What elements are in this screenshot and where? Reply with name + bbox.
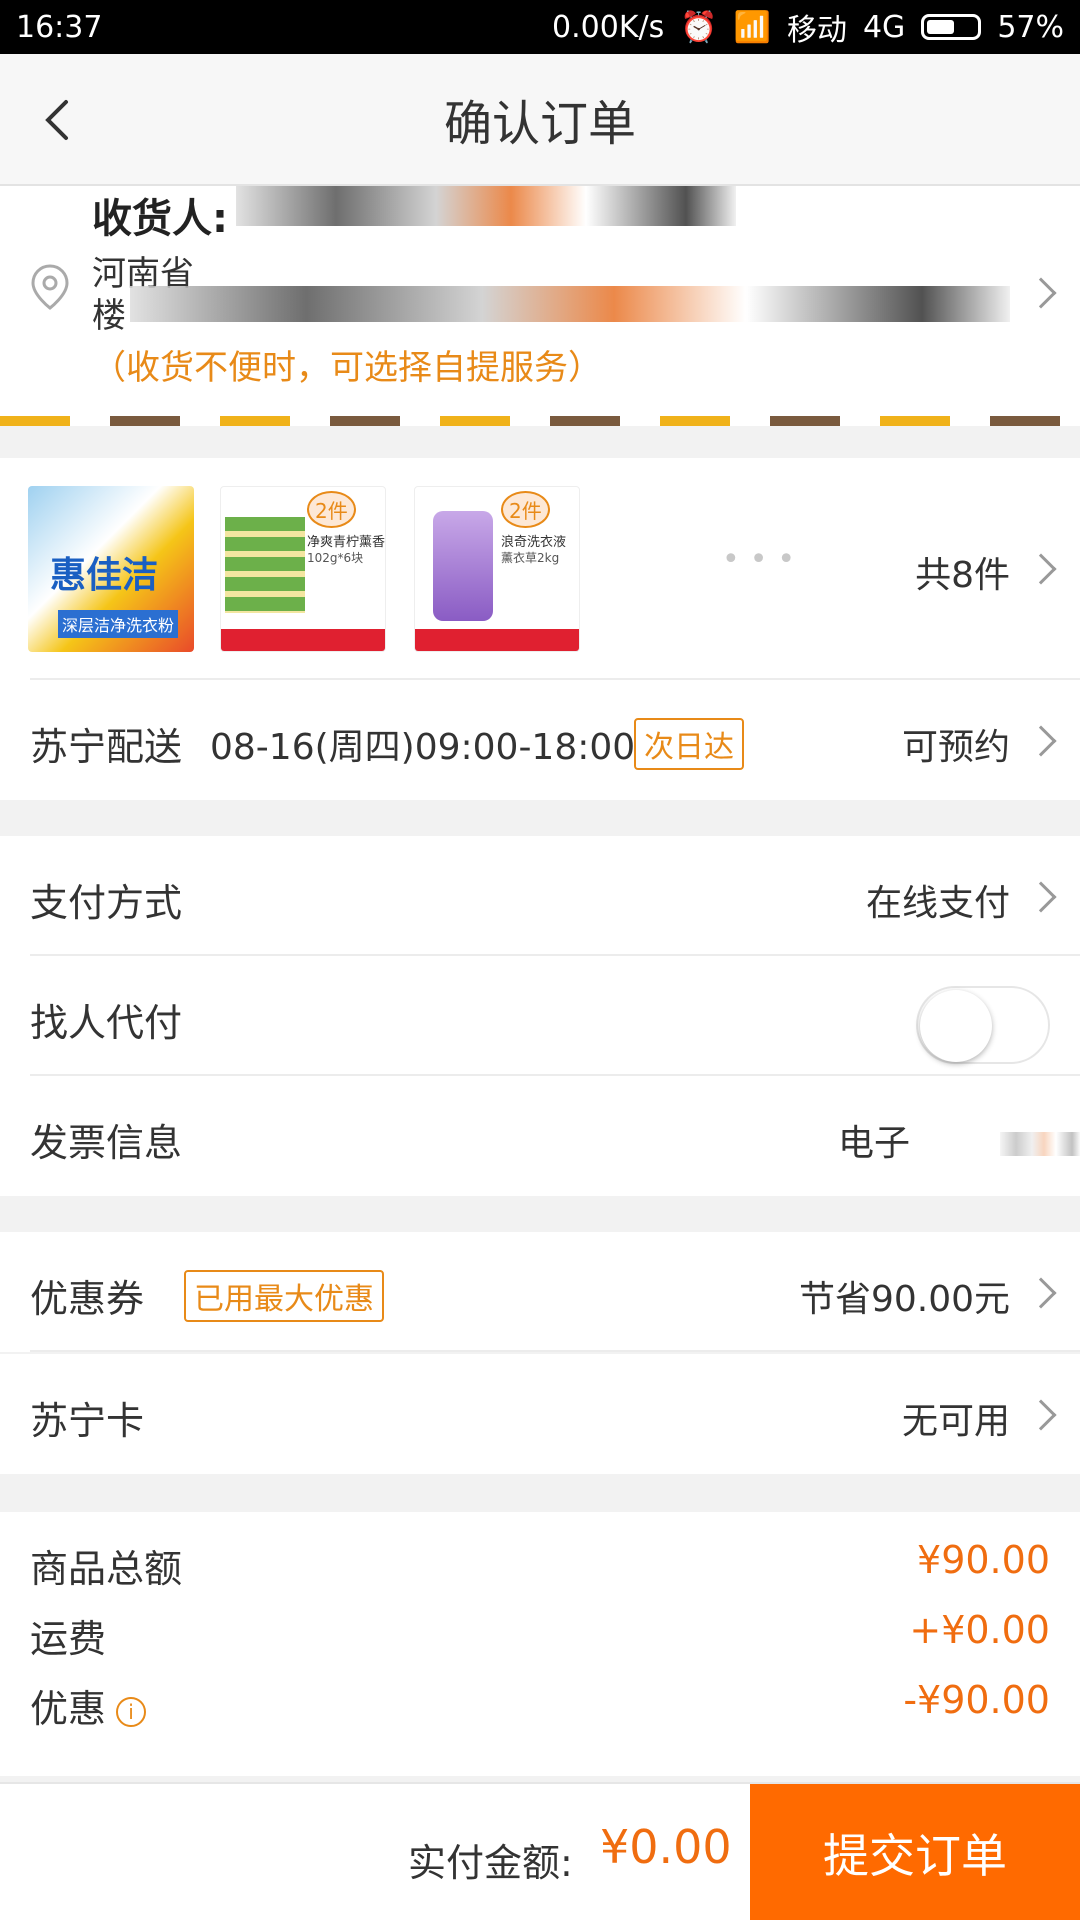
- battery-percent: 57%: [997, 9, 1064, 45]
- goods-total-value: ¥90.00: [917, 1538, 1050, 1582]
- more-dots-icon: •••: [722, 542, 806, 577]
- pay-amount-label: 实付金额:: [408, 1841, 573, 1885]
- chevron-right-icon: [1025, 881, 1057, 913]
- next-day-badge: 次日达: [634, 718, 744, 770]
- product-list[interactable]: 惠佳洁 深层洁净洗衣粉 2件 净爽青柠薰香 102g*6块 2件 浪奇洗衣液 薰…: [0, 458, 1080, 680]
- submit-order-button[interactable]: 提交订单: [750, 1784, 1080, 1920]
- redacted-invoice: [1000, 1132, 1080, 1156]
- back-button[interactable]: [30, 90, 90, 150]
- product-thumb-3[interactable]: 2件 浪奇洗衣液 薰衣草2kg: [414, 486, 580, 652]
- payment-label: 支付方式: [30, 881, 183, 925]
- proxy-pay-row: 找人代付: [0, 956, 1080, 1076]
- discount-label: 优惠: [30, 1687, 107, 1731]
- coupon-row[interactable]: 优惠券 已用最大优惠 节省90.00元: [0, 1232, 1080, 1352]
- page-title: 确认订单: [443, 96, 636, 152]
- redacted-name: [236, 186, 736, 226]
- chevron-right-icon: [1025, 277, 1057, 309]
- card-value: 无可用: [901, 1401, 1010, 1442]
- payment-method-row[interactable]: 支付方式 在线支付: [0, 836, 1080, 956]
- chevron-left-icon: [45, 100, 68, 140]
- card-label: 苏宁卡: [30, 1399, 145, 1443]
- carrier-label: 移动: [786, 13, 847, 48]
- nav-bar: 确认订单: [0, 54, 1080, 186]
- shipping-row: 运费 +¥0.00: [30, 1608, 1050, 1668]
- chevron-right-icon: [1025, 553, 1057, 585]
- discount-row: 优惠 i -¥90.00: [30, 1678, 1050, 1738]
- receiver-label: 收货人:: [92, 196, 228, 242]
- chevron-right-icon: [1025, 1277, 1057, 1309]
- invoice-label: 发票信息: [30, 1121, 183, 1165]
- payment-value: 在线支付: [865, 883, 1010, 924]
- status-bar: 16:37 0.00K/s ⏰ 📶 移动 4G 57%: [0, 0, 1080, 54]
- network-speed: 0.00K/s: [552, 9, 665, 45]
- chevron-right-icon: [1025, 1399, 1057, 1431]
- info-icon[interactable]: i: [116, 1696, 147, 1727]
- delivery-label: 苏宁配送: [30, 725, 183, 769]
- wifi-icon: 📶: [733, 9, 771, 45]
- discount-value: -¥90.00: [903, 1678, 1050, 1722]
- price-summary: 商品总额 ¥90.00 运费 +¥0.00 优惠 i -¥90.00: [0, 1512, 1080, 1776]
- coupon-value: 节省90.00元: [798, 1279, 1010, 1320]
- pay-amount-value: ¥0.00: [600, 1820, 732, 1874]
- proxy-pay-toggle[interactable]: [916, 986, 1050, 1064]
- location-pin-icon: [31, 264, 69, 310]
- redacted-address: [130, 286, 1010, 322]
- address-card[interactable]: 收货人: 河南省 楼 （收货不便时，可选择自提服务）: [0, 186, 1080, 426]
- delivery-time: 08-16(周四)09:00-18:00: [210, 727, 636, 768]
- max-discount-badge: 已用最大优惠: [184, 1270, 384, 1322]
- goods-total-row: 商品总额 ¥90.00: [30, 1538, 1050, 1598]
- product-thumb-2[interactable]: 2件 净爽青柠薰香 102g*6块: [220, 486, 386, 652]
- address-stripe: [0, 416, 1080, 426]
- shipping-value: +¥0.00: [909, 1608, 1050, 1652]
- proxy-pay-label: 找人代付: [30, 1001, 183, 1045]
- coupon-label: 优惠券: [30, 1277, 145, 1321]
- invoice-value: 电子: [838, 1123, 911, 1164]
- battery-icon: [921, 14, 982, 40]
- delivery-value: 可预约: [901, 727, 1010, 768]
- toggle-knob: [920, 990, 992, 1062]
- product-thumb-1[interactable]: 惠佳洁 深层洁净洗衣粉: [28, 486, 194, 652]
- suning-card-row[interactable]: 苏宁卡 无可用: [0, 1354, 1080, 1474]
- product-count: 共8件: [915, 555, 1010, 596]
- chevron-right-icon: [1025, 725, 1057, 757]
- self-pickup-hint[interactable]: （收货不便时，可选择自提服务）: [92, 340, 602, 389]
- goods-total-label: 商品总额: [30, 1547, 183, 1591]
- shipping-label: 运费: [30, 1617, 107, 1661]
- invoice-row[interactable]: 发票信息 电子: [0, 1076, 1080, 1196]
- delivery-row[interactable]: 苏宁配送 08-16(周四)09:00-18:00 次日达 可预约: [0, 680, 1080, 800]
- status-time: 16:37: [16, 9, 103, 45]
- address-line-2: 楼: [92, 296, 126, 336]
- alarm-icon: ⏰: [680, 9, 718, 45]
- checkout-bar: 实付金额: ¥0.00 提交订单: [0, 1782, 1080, 1920]
- network-type: 4G: [862, 9, 906, 45]
